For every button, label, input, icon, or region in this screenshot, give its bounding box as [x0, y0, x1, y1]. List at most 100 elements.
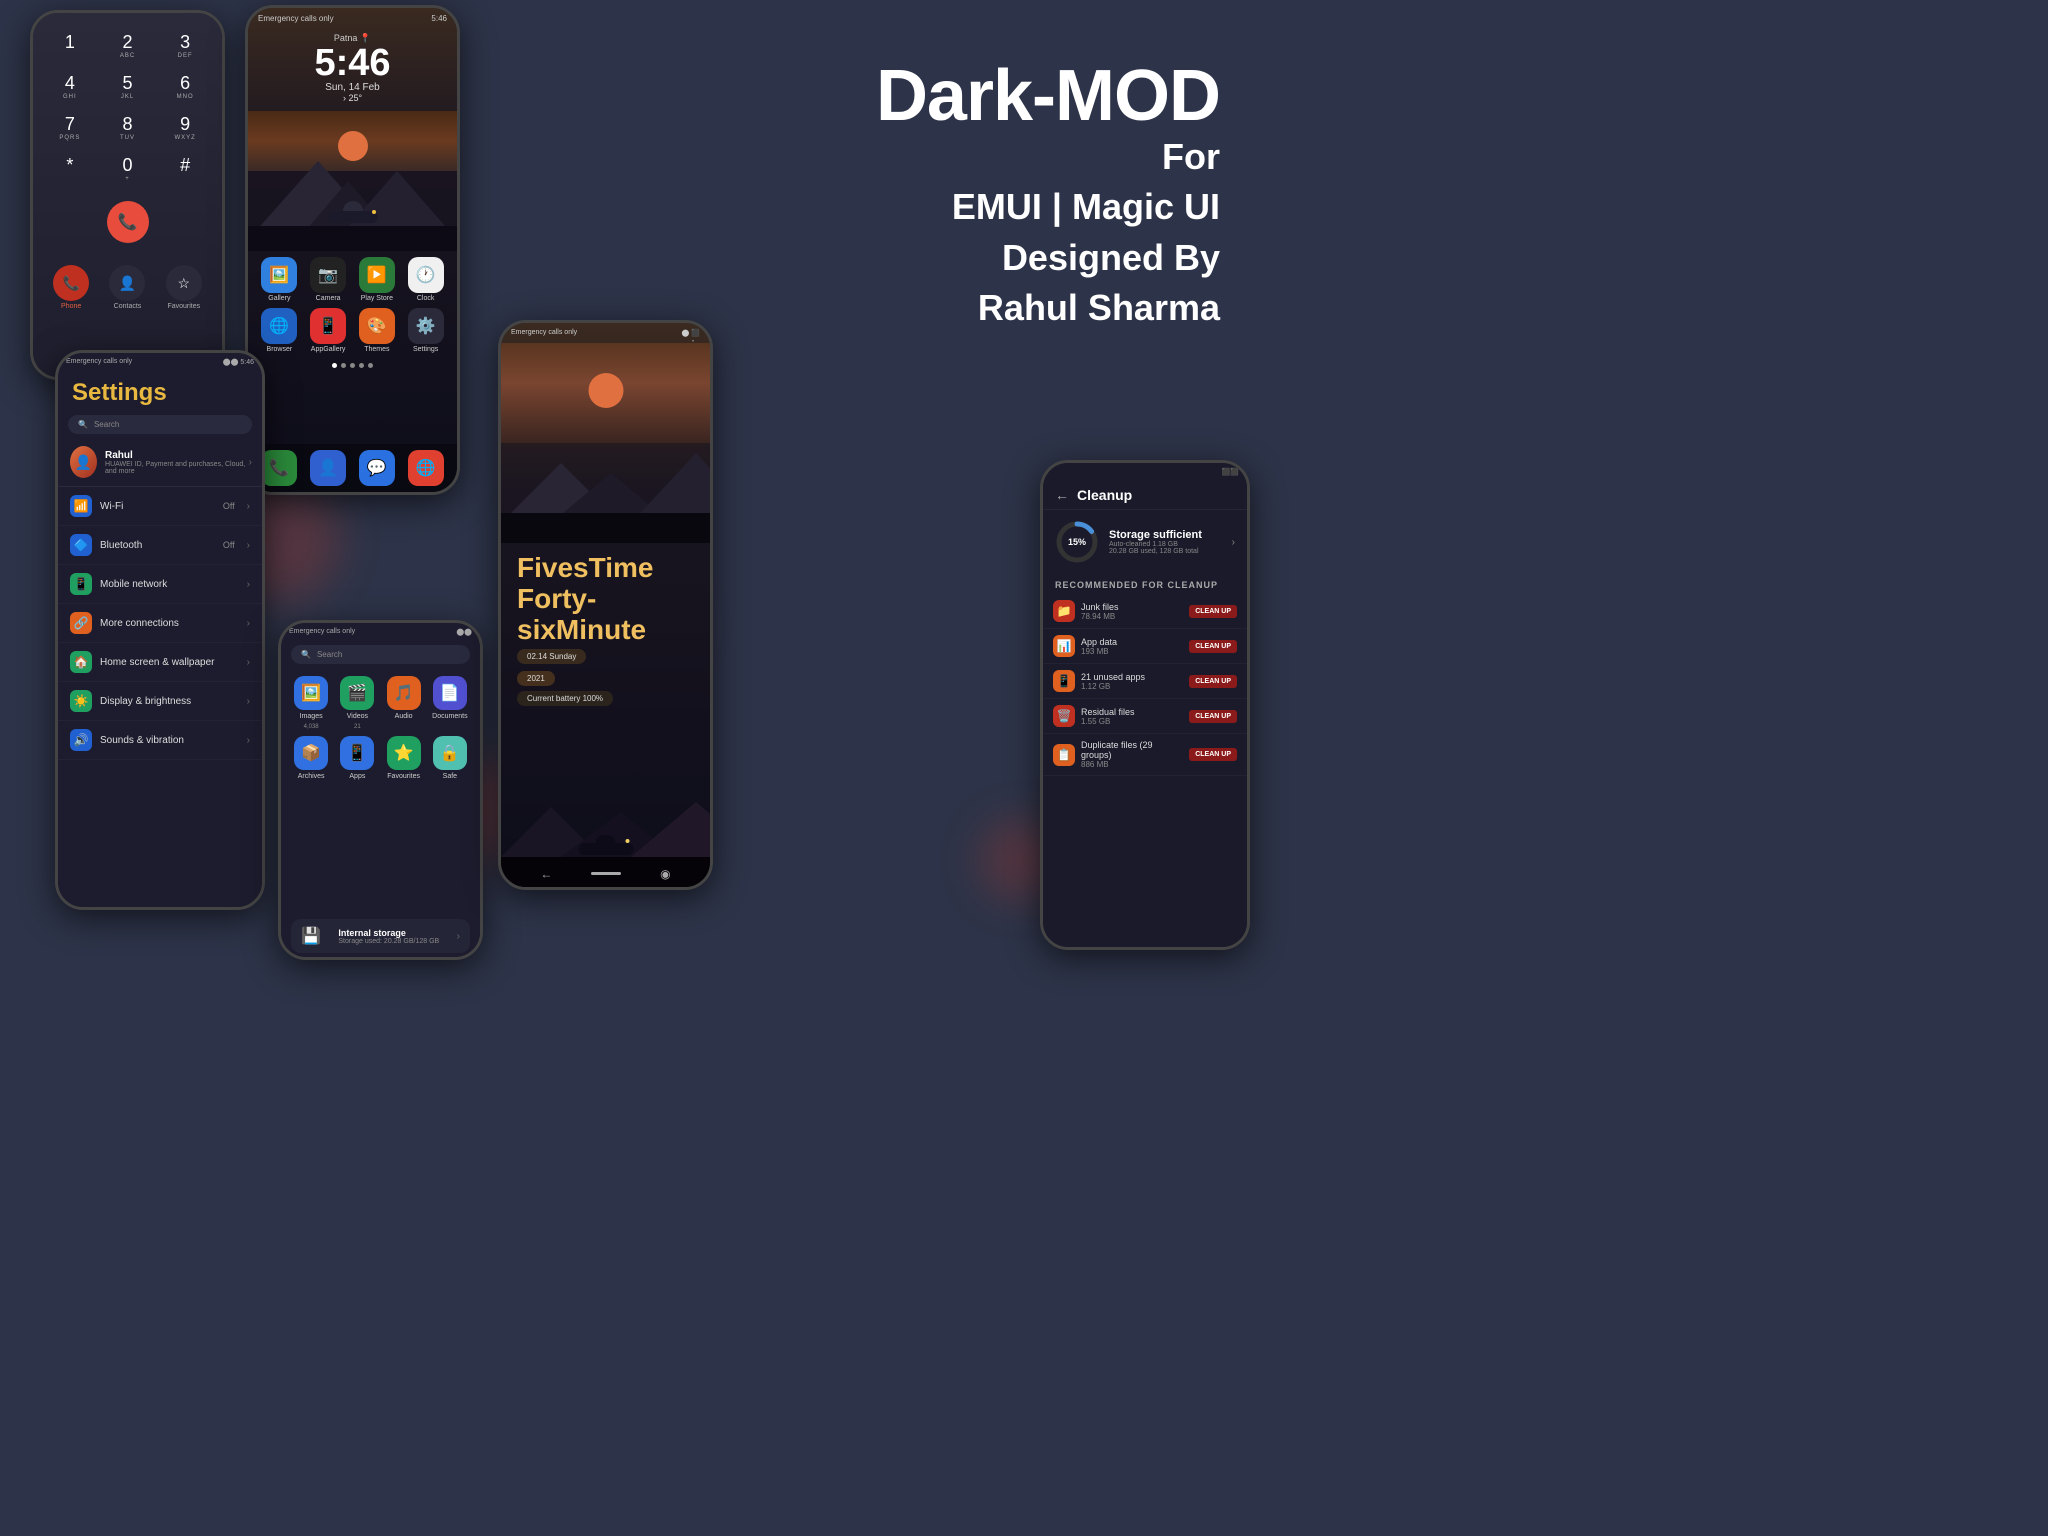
dock-messages[interactable]: 💬	[356, 450, 399, 486]
settings-item-home-screen[interactable]: 🏠 Home screen & wallpaper ›	[58, 643, 262, 682]
app-gallery[interactable]: 🖼️ Gallery	[258, 257, 301, 302]
key-0[interactable]: 0+	[101, 150, 155, 187]
profile-avatar: 👤	[70, 446, 97, 478]
residual-files-size: 1.55 GB	[1081, 717, 1183, 726]
files-search-bar[interactable]: 🔍 Search	[291, 645, 470, 664]
phone-settings-frame: Emergency calls only ⬤⬤ 5:46 Settings 🔍 …	[55, 350, 265, 910]
file-cat-archives[interactable]: 📦 Archives	[291, 736, 331, 781]
mobile-network-icon: 📱	[70, 573, 92, 595]
app-browser[interactable]: 🌐 Browser	[258, 308, 301, 353]
app-data-cleanup-button[interactable]: CLEAN UP	[1189, 640, 1237, 653]
file-cat-audio[interactable]: 🎵 Audio	[384, 676, 424, 730]
settings-title: Settings	[58, 371, 262, 411]
page-indicator	[248, 359, 457, 372]
phone-dialer-frame: 1 2ABC 3DEF 4GHI 5JKL 6MNO 7PQRS 8TUV 9W…	[30, 10, 225, 380]
files-storage-info: Internal storage Storage used: 20.28 GB/…	[338, 928, 439, 945]
clock-forty-six: Forty-sixMinute	[517, 584, 694, 646]
clock-mountains-svg	[501, 443, 710, 523]
nav-home-bar[interactable]	[591, 872, 621, 875]
settings-search-bar[interactable]: 🔍 Search	[68, 415, 252, 434]
dialer-keypad: 1 2ABC 3DEF 4GHI 5JKL 6MNO 7PQRS 8TUV 9W…	[33, 23, 222, 191]
home-app-grid: 🖼️ Gallery 📷 Camera ▶️ Play Store 🕐 Cloc…	[248, 251, 457, 359]
bluetooth-label: Bluetooth	[100, 540, 215, 551]
dialer-screen: 1 2ABC 3DEF 4GHI 5JKL 6MNO 7PQRS 8TUV 9W…	[33, 13, 222, 377]
app-appgallery[interactable]: 📱 AppGallery	[307, 308, 350, 353]
app-data-icon: 📊	[1053, 635, 1075, 657]
brand-for: For EMUI | Magic UI Designed By Rahul Sh…	[876, 132, 1220, 334]
cleanup-item-junk: 📁 Junk files 78.94 MB CLEAN UP	[1043, 594, 1247, 629]
duplicate-files-info: Duplicate files (29 groups) 886 MB	[1081, 740, 1183, 769]
file-cat-videos[interactable]: 🎬 Videos 21	[337, 676, 377, 730]
cleanup-back-icon[interactable]: ←	[1055, 487, 1069, 503]
profile-chevron-icon: ›	[249, 457, 252, 468]
settings-item-display[interactable]: ☀️ Display & brightness ›	[58, 682, 262, 721]
app-themes[interactable]: 🎨 Themes	[356, 308, 399, 353]
key-7[interactable]: 7PQRS	[43, 109, 97, 146]
key-3[interactable]: 3DEF	[158, 27, 212, 64]
call-button[interactable]: 📞	[107, 201, 149, 243]
files-screen: Emergency calls only ⬤⬤ 🔍 Search 🖼️ Imag…	[281, 623, 480, 957]
settings-item-sounds[interactable]: 🔊 Sounds & vibration ›	[58, 721, 262, 760]
app-camera[interactable]: 📷 Camera	[307, 257, 350, 302]
home-clock-widget: Patna 📍 5:46 Sun, 14 Feb › 25°	[248, 25, 457, 107]
residual-files-name: Residual files	[1081, 707, 1183, 717]
files-storage-bar[interactable]: 💾 Internal storage Storage used: 20.28 G…	[291, 919, 470, 953]
app-settings[interactable]: ⚙️ Settings	[404, 308, 447, 353]
settings-item-bluetooth[interactable]: 🔷 Bluetooth Off ›	[58, 526, 262, 565]
key-hash[interactable]: #	[158, 150, 212, 187]
dock-chrome[interactable]: 🌐	[404, 450, 447, 486]
ufo-illustration	[328, 206, 378, 221]
clock-status-right: ⬤ ⬛	[682, 329, 701, 337]
nav-phone[interactable]: 📞 Phone	[53, 265, 89, 310]
key-star[interactable]: *	[43, 150, 97, 187]
settings-item-more-connections[interactable]: 🔗 More connections ›	[58, 604, 262, 643]
dock-contacts[interactable]: 👤	[307, 450, 350, 486]
cleanup-status-bar: ⬛⬛	[1043, 463, 1247, 481]
duplicate-files-cleanup-button[interactable]: CLEAN UP	[1189, 748, 1237, 761]
nav-camera-icon[interactable]: ◉	[660, 867, 670, 881]
file-cat-images[interactable]: 🖼️ Images 4,038	[291, 676, 331, 730]
key-8[interactable]: 8TUV	[101, 109, 155, 146]
bluetooth-chevron-icon: ›	[247, 540, 250, 551]
residual-files-cleanup-button[interactable]: CLEAN UP	[1189, 710, 1237, 723]
app-playstore[interactable]: ▶️ Play Store	[356, 257, 399, 302]
unused-apps-name: 21 unused apps	[1081, 672, 1183, 682]
key-6[interactable]: 6MNO	[158, 68, 212, 105]
nav-favourites[interactable]: ☆ Favourites	[166, 265, 202, 310]
duplicate-files-name: Duplicate files (29 groups)	[1081, 740, 1183, 760]
home-status-bar: Emergency calls only 5:46	[248, 8, 457, 25]
cleanup-storage-indicator: 15% Storage sufficient Auto-cleaned 1.18…	[1043, 510, 1247, 574]
home-temp: › 25°	[248, 93, 457, 103]
junk-files-name: Junk files	[1081, 602, 1183, 612]
clock-widget-content: FivesTime Forty-sixMinute 02.14 Sunday 2…	[501, 543, 710, 718]
file-cat-favourites[interactable]: ⭐ Favourites	[384, 736, 424, 781]
key-5[interactable]: 5JKL	[101, 68, 155, 105]
key-4[interactable]: 4GHI	[43, 68, 97, 105]
nav-contacts[interactable]: 👤 Contacts	[109, 265, 145, 310]
settings-profile-row[interactable]: 👤 Rahul HUAWEI ID, Payment and purchases…	[58, 438, 262, 487]
key-1[interactable]: 1	[43, 27, 97, 64]
unused-apps-cleanup-button[interactable]: CLEAN UP	[1189, 675, 1237, 688]
cleanup-item-residual: 🗑️ Residual files 1.55 GB CLEAN UP	[1043, 699, 1247, 734]
file-cat-safe[interactable]: 🔒 Safe	[430, 736, 470, 781]
more-connections-label: More connections	[100, 618, 239, 629]
cleanup-storage-chevron-icon[interactable]: ›	[1232, 537, 1235, 548]
home-status-left: Emergency calls only	[258, 14, 334, 23]
phone-files-frame: Emergency calls only ⬤⬤ 🔍 Search 🖼️ Imag…	[278, 620, 483, 960]
junk-files-cleanup-button[interactable]: CLEAN UP	[1189, 605, 1237, 618]
home-screen-chevron-icon: ›	[247, 657, 250, 668]
file-cat-apps[interactable]: 📱 Apps	[337, 736, 377, 781]
files-storage-title: Internal storage	[338, 928, 439, 938]
key-9[interactable]: 9WXYZ	[158, 109, 212, 146]
nav-back-icon[interactable]: ←	[540, 867, 552, 881]
clock-ufo	[578, 835, 633, 849]
file-cat-documents[interactable]: 📄 Documents	[430, 676, 470, 730]
key-2[interactable]: 2ABC	[101, 27, 155, 64]
settings-item-wifi[interactable]: 📶 Wi-Fi Off ›	[58, 487, 262, 526]
settings-item-mobile-network[interactable]: 📱 Mobile network ›	[58, 565, 262, 604]
residual-files-icon: 🗑️	[1053, 705, 1075, 727]
files-storage-icon: 💾	[301, 926, 321, 946]
home-date: Sun, 14 Feb	[248, 82, 457, 93]
app-clock[interactable]: 🕐 Clock	[404, 257, 447, 302]
cleanup-storage-main: Storage sufficient	[1109, 529, 1202, 541]
